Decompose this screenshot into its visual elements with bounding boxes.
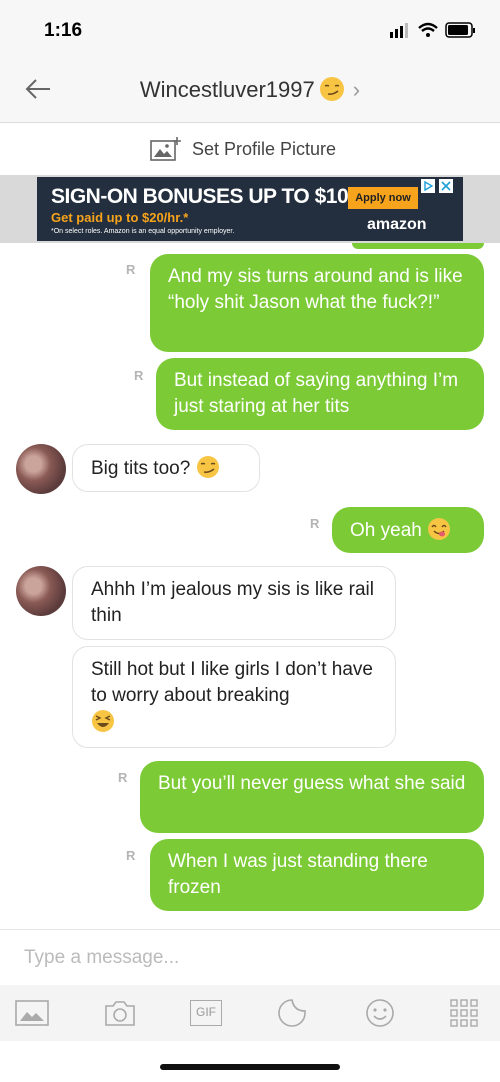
more-apps-button[interactable] (444, 993, 484, 1033)
message-bubble-outgoing[interactable]: But you’ll never guess what she said (140, 761, 484, 833)
message-text: And my sis turns around and is like “hol… (168, 266, 463, 313)
laughing-emoji-icon (92, 710, 114, 732)
chevron-right-icon: › (352, 77, 361, 102)
emoji-button[interactable] (360, 993, 400, 1033)
smirk-emoji-icon (196, 456, 219, 478)
smirk-emoji-icon (319, 77, 344, 101)
message-bubble-outgoing[interactable]: But instead of saying anything I’m just … (156, 358, 484, 430)
message-bubble-incoming[interactable]: Ahhh I’m jealous my sis is like rail thi… (72, 566, 396, 640)
read-receipt-icon: R (126, 848, 136, 863)
message-text: Ahhh I’m jealous my sis is like rail thi… (91, 579, 374, 626)
read-receipt-icon: R (118, 770, 128, 785)
status-icons (390, 20, 480, 40)
message-text: But you’ll never guess what she said (158, 773, 466, 794)
gif-button[interactable]: GIF (186, 993, 226, 1033)
grid-icon (450, 999, 478, 1027)
contact-avatar[interactable] (16, 444, 66, 494)
gif-icon: GIF (190, 1000, 222, 1026)
add-photo-icon (150, 137, 181, 161)
ad-apply-button[interactable]: Apply now (348, 187, 418, 209)
ad-close-icon[interactable] (439, 179, 453, 193)
contact-avatar[interactable] (16, 566, 66, 616)
gallery-button[interactable] (12, 993, 52, 1033)
status-bar: 1:16 (0, 0, 500, 58)
message-text: Still hot but I like girls I don’t have … (91, 659, 373, 706)
sticker-button[interactable] (272, 993, 312, 1033)
chat-header: Wincestluver1997 › (0, 58, 500, 123)
ad-headline: SIGN-ON BONUSES UP TO $1000 (51, 185, 371, 208)
home-indicator[interactable] (160, 1064, 340, 1070)
read-receipt-icon: R (126, 262, 136, 277)
message-bubble-incoming[interactable]: Still hot but I like girls I don’t have … (72, 646, 396, 748)
image-icon (15, 1000, 49, 1026)
camera-button[interactable] (100, 993, 140, 1033)
composer-toolbar: GIF (0, 985, 500, 1041)
message-bubble-outgoing[interactable]: When I was just standing there frozen (150, 839, 484, 911)
smiley-icon (366, 999, 394, 1027)
ad-choices-icon[interactable] (421, 179, 435, 193)
ad-brand-logo: amazon (367, 216, 427, 233)
ad-subline: Get paid up to $20/hr.* (51, 210, 189, 225)
ad-container: SIGN-ON BONUSES UP TO $1000 Get paid up … (0, 175, 500, 243)
sticker-icon (278, 999, 306, 1027)
message-text: Oh yeah (350, 520, 422, 541)
read-receipt-icon: R (134, 368, 144, 383)
message-bubble-incoming[interactable]: Big tits too? (72, 444, 260, 492)
gif-label: GIF (196, 1005, 216, 1019)
yum-emoji-icon (428, 518, 451, 540)
set-profile-picture-label: Set Profile Picture (192, 138, 337, 159)
set-profile-picture[interactable]: Set Profile Picture (0, 124, 500, 174)
message-input[interactable] (22, 942, 466, 974)
message-text: When I was just standing there frozen (168, 851, 428, 898)
read-receipt-icon: R (310, 516, 320, 531)
camera-icon (105, 1001, 135, 1026)
previous-bubble-edge (352, 243, 484, 249)
message-composer (0, 929, 500, 985)
status-time: 1:16 (44, 20, 83, 41)
message-bubble-outgoing[interactable]: And my sis turns around and is like “hol… (150, 254, 484, 352)
message-text: But instead of saying anything I’m just … (174, 370, 459, 417)
message-bubble-outgoing[interactable]: Oh yeah (332, 507, 484, 553)
ad-banner[interactable]: SIGN-ON BONUSES UP TO $1000 Get paid up … (37, 177, 463, 241)
contact-name: Wincestluver1997 (139, 77, 315, 102)
chat-title[interactable]: Wincestluver1997 › (0, 76, 500, 103)
ad-fine-print: *On select roles. Amazon is an equal opp… (51, 228, 235, 235)
message-text: Big tits too? (91, 458, 191, 479)
signal-wifi-battery-icon (390, 22, 475, 38)
